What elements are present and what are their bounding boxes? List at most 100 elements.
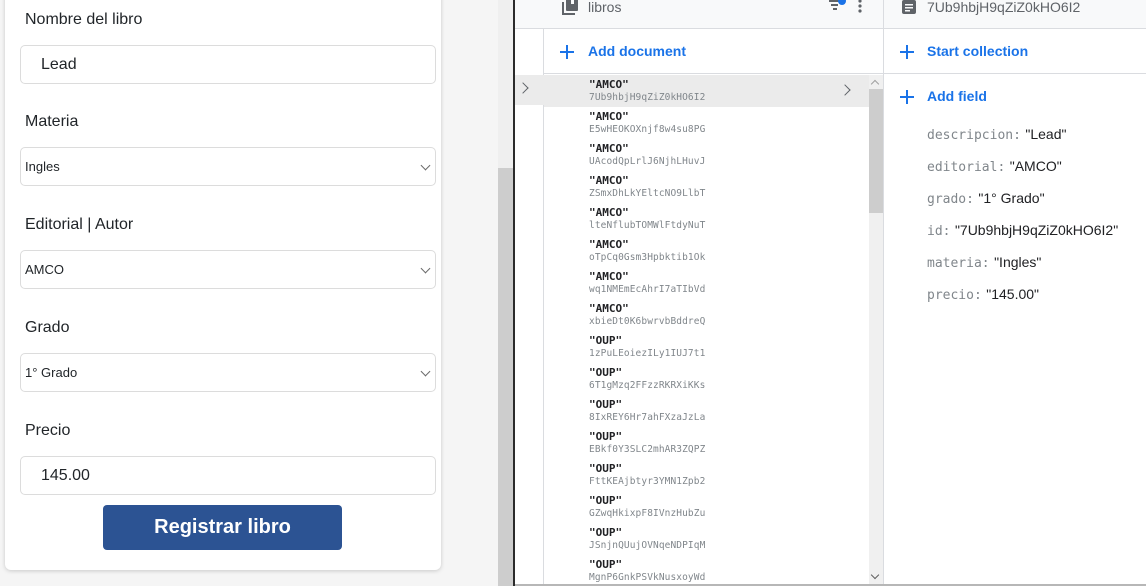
document-id: MgnP6GnkPSVkNusxoyWd <box>589 572 706 583</box>
document-name: "AMCO" <box>589 238 629 251</box>
book-registration-form: Nombre del libro Lead Materia Ingles Edi… <box>5 0 441 570</box>
plus-icon <box>900 45 914 59</box>
document-field[interactable]: materia: "Ingles" <box>927 252 1146 284</box>
document-name: "OUP" <box>589 558 623 571</box>
document-list: "AMCO" 7Ub9hbjH9qZiZ0kHO6I2 "AMCO" E5wHEOKO… <box>544 75 869 586</box>
page-scrollbar[interactable] <box>498 0 513 586</box>
document-list-item[interactable]: "AMCO" UAcodQpLrlJ6NjhLHuvJ <box>544 139 869 171</box>
field-key: materia: <box>927 256 990 271</box>
field-key: precio: <box>927 288 982 303</box>
expand-parent-button[interactable] <box>515 75 544 105</box>
document-id: 1zPuLEoiezILy1IUJ7t1 <box>589 348 706 359</box>
document-id: oTpCq0Gsm3Hpbktib1Ok <box>589 252 706 263</box>
subject-select[interactable]: Ingles <box>20 147 436 186</box>
document-list-item[interactable]: "AMCO" oTpCq0Gsm3Hpbktib1Ok <box>544 235 869 267</box>
grade-selected-value: 1° Grado <box>25 365 78 380</box>
plus-icon <box>900 90 914 104</box>
document-list-scrollbar[interactable] <box>869 75 883 586</box>
document-name: "AMCO" <box>589 78 629 91</box>
field-value: "Ingles" <box>994 254 1042 270</box>
document-id: ZSmxDhLkYEltcNO9LlbT <box>589 188 706 199</box>
grade-select[interactable]: 1° Grado <box>20 353 436 392</box>
price-input[interactable]: 145.00 <box>20 456 436 495</box>
field-key: grado: <box>927 192 974 207</box>
document-id: 6T1gMzq2FFzzRKRXiKKs <box>589 380 706 391</box>
collection-title: libros <box>588 0 622 15</box>
add-document-button[interactable]: Add document <box>544 30 883 74</box>
scroll-up-icon[interactable] <box>870 79 880 89</box>
field-key: editorial: <box>927 160 1006 175</box>
field-value: "7Ub9hbjH9qZiZ0kHO6I2" <box>954 222 1119 238</box>
document-list-item[interactable]: "AMCO" lteNflubTOMWlFtdyNuT <box>544 203 869 235</box>
document-id: FttKEAjbtyr3YMN1Zpb2 <box>589 476 706 487</box>
document-name: "AMCO" <box>589 206 629 219</box>
firestore-data-panel: libros 7Ub9hbjH9qZiZ0kHO6I2 Add document… <box>515 0 1146 586</box>
start-collection-button[interactable]: Start collection <box>883 30 1146 74</box>
add-field-label: Add field <box>927 88 987 104</box>
document-field[interactable]: grado: "1° Grado" <box>927 188 1146 220</box>
chevron-right-icon <box>517 82 529 94</box>
document-id: GZwqHkixpF8IVnzHubZu <box>589 508 706 519</box>
collection-icon <box>562 0 578 15</box>
document-name: "OUP" <box>589 334 623 347</box>
document-name: "OUP" <box>589 494 623 507</box>
field-value: "145.00" <box>986 286 1040 302</box>
document-list-item[interactable]: "OUP" FttKEAjbtyr3YMN1Zpb2 <box>544 459 869 491</box>
document-field[interactable]: precio: "145.00" <box>927 284 1146 316</box>
publisher-select[interactable]: AMCO <box>20 250 436 289</box>
book-name-input[interactable]: Lead <box>20 45 436 84</box>
field-value: "1° Grado" <box>978 190 1045 206</box>
document-list-scrollbar-thumb[interactable] <box>869 89 883 213</box>
field-key: id: <box>927 224 951 239</box>
document-icon <box>902 0 916 14</box>
document-list-item[interactable]: "OUP" MgnP6GnkPSVkNusxoyWd <box>544 555 869 586</box>
publisher-label: Editorial | Autor <box>25 216 134 233</box>
document-list-item[interactable]: "OUP" EBkf0Y3SLC2mhAR3ZQPZ <box>544 427 869 459</box>
document-id: EBkf0Y3SLC2mhAR3ZQPZ <box>589 444 706 455</box>
document-field[interactable]: id: "7Ub9hbjH9qZiZ0kHO6I2" <box>927 220 1146 252</box>
document-id: wq1NMEmEcAhrI7aTIbVd <box>589 284 706 295</box>
document-name: "AMCO" <box>589 142 629 155</box>
document-list-item[interactable]: "OUP" GZwqHkixpF8IVnzHubZu <box>544 491 869 523</box>
document-id: JSnjnQUujOVNqeNDPIqM <box>589 540 706 551</box>
document-list-item[interactable]: "AMCO" E5wHEOKOXnjf8w4su8PG <box>544 107 869 139</box>
document-title: 7Ub9hbjH9qZiZ0kHO6I2 <box>927 0 1081 15</box>
document-id: xbieDt0K6bwrvbBddreQ <box>589 316 706 327</box>
document-name: "OUP" <box>589 462 623 475</box>
document-name: "OUP" <box>589 430 623 443</box>
publisher-selected-value: AMCO <box>25 262 64 277</box>
document-name: "AMCO" <box>589 110 629 123</box>
document-list-item[interactable]: "OUP" 6T1gMzq2FFzzRKRXiKKs <box>544 363 869 395</box>
add-field-button[interactable]: Add field <box>883 75 1146 119</box>
document-name: "OUP" <box>589 366 623 379</box>
document-fields: descripcion: "Lead" editorial: "AMCO" grad… <box>927 124 1146 316</box>
document-list-item[interactable]: "OUP" 8IxREY6Hr7ahFXzaJzLa <box>544 395 869 427</box>
document-list-item[interactable]: "OUP" JSnjnQUujOVNqeNDPIqM <box>544 523 869 555</box>
document-list-item[interactable]: "AMCO" wq1NMEmEcAhrI7aTIbVd <box>544 267 869 299</box>
subject-label: Materia <box>25 113 79 130</box>
document-name: "AMCO" <box>589 270 629 283</box>
grade-label: Grado <box>25 319 70 336</box>
document-name: "OUP" <box>589 398 623 411</box>
subject-selected-value: Ingles <box>25 159 60 174</box>
document-id: lteNflubTOMWlFtdyNuT <box>589 220 706 231</box>
document-id: UAcodQpLrlJ6NjhLHuvJ <box>589 156 706 167</box>
document-id: 7Ub9hbjH9qZiZ0kHO6I2 <box>589 92 706 103</box>
scroll-down-icon[interactable] <box>870 570 880 580</box>
document-name: "AMCO" <box>589 302 629 315</box>
document-list-item[interactable]: "OUP" 1zPuLEoiezILy1IUJ7t1 <box>544 331 869 363</box>
document-field[interactable]: editorial: "AMCO" <box>927 156 1146 188</box>
filter-icon[interactable] <box>828 0 846 14</box>
price-label: Precio <box>25 422 71 439</box>
page-scrollbar-thumb[interactable] <box>498 168 513 586</box>
panel-header: libros 7Ub9hbjH9qZiZ0kHO6I2 <box>515 0 1146 29</box>
document-name: "OUP" <box>589 526 623 539</box>
field-key: descripcion: <box>927 128 1021 143</box>
more-vert-icon[interactable] <box>857 0 863 14</box>
document-list-item[interactable]: "AMCO" 7Ub9hbjH9qZiZ0kHO6I2 <box>544 75 869 107</box>
document-field[interactable]: descripcion: "Lead" <box>927 124 1146 156</box>
register-book-button[interactable]: Registrar libro <box>103 505 342 550</box>
document-list-item[interactable]: "AMCO" xbieDt0K6bwrvbBddreQ <box>544 299 869 331</box>
document-list-item[interactable]: "AMCO" ZSmxDhLkYEltcNO9LlbT <box>544 171 869 203</box>
document-id: E5wHEOKOXnjf8w4su8PG <box>589 124 706 135</box>
